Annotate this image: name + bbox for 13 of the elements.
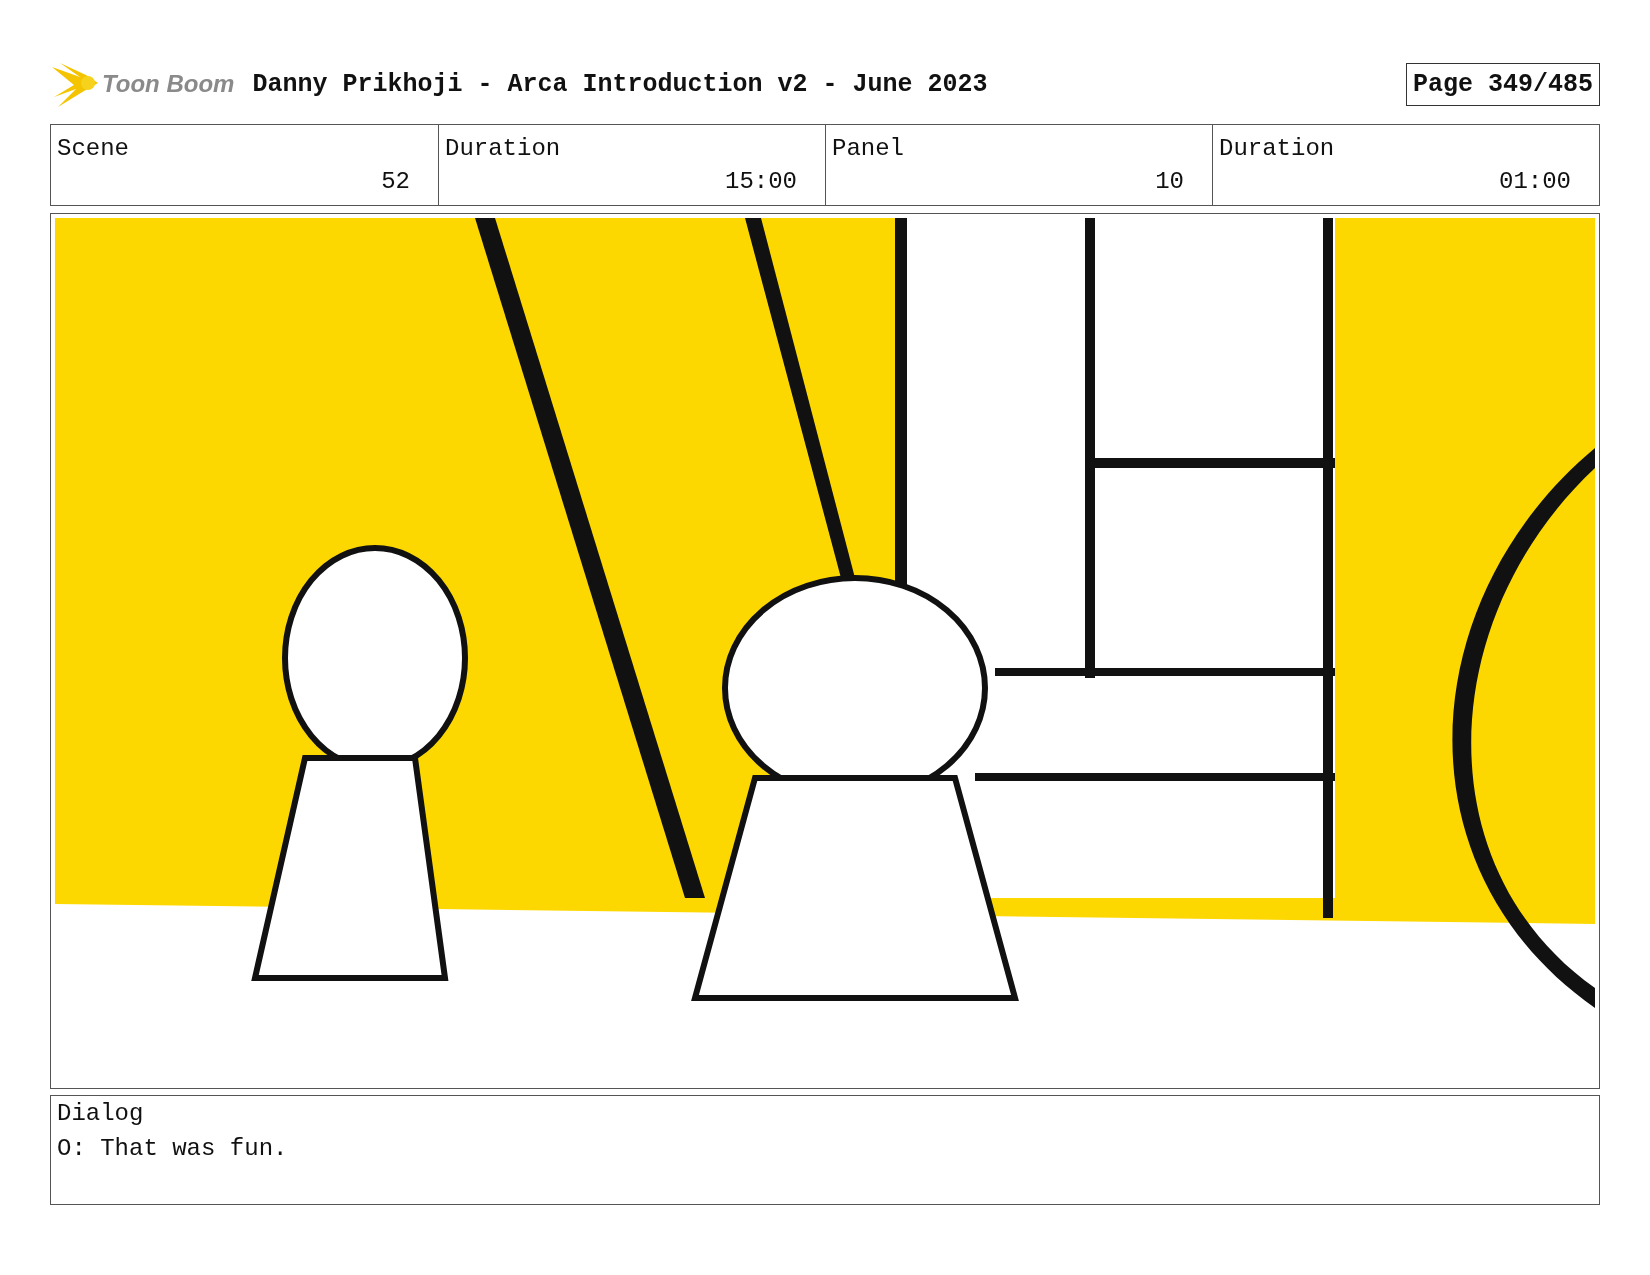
logo-text: Toon Boom [102, 70, 235, 98]
field-label: Duration [1219, 135, 1336, 162]
field-value: 52 [381, 168, 410, 195]
field-label: Duration [445, 135, 562, 162]
document-title: Danny Prikhoji - Arca Introduction v2 - June 2023 [252, 69, 989, 99]
dialog-text: O: That was fun. [57, 1135, 289, 1162]
field-value: 01:00 [1499, 168, 1571, 195]
page-number: Page 349/485 [1405, 62, 1600, 106]
field-label: Scene [57, 135, 130, 162]
field-value: 10 [1155, 168, 1184, 195]
field-value: 15:00 [725, 168, 797, 195]
dialog-label: Dialog [57, 1100, 145, 1127]
field-label: Panel [832, 135, 905, 162]
